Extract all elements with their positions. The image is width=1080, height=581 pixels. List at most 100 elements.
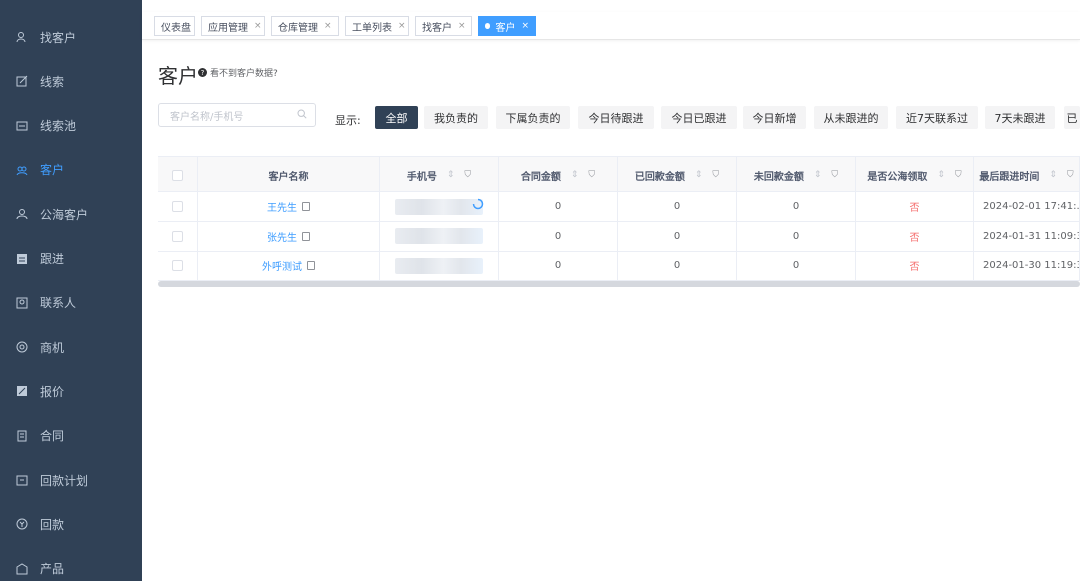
help-link[interactable]: ? 看不到客户数据?: [198, 66, 278, 79]
sidebar-item-11[interactable]: 回款: [0, 502, 142, 546]
from-pool-cell: 否: [856, 192, 974, 221]
column-header-label: 未回款金额: [753, 171, 804, 183]
sidebar-item-9[interactable]: 合同: [0, 414, 142, 458]
sidebar-item-12[interactable]: 产品: [0, 547, 142, 581]
row-select-cell: [158, 192, 198, 221]
tab-2[interactable]: 仓库管理 ×: [271, 16, 339, 36]
tab-4[interactable]: 找客户 ×: [415, 16, 472, 36]
customer-name-link[interactable]: 王先生: [267, 199, 297, 214]
active-dot-icon: [485, 23, 491, 29]
help-text: 看不到客户数据?: [210, 69, 278, 79]
select-all-checkbox[interactable]: [172, 169, 183, 181]
find-customer-icon: [16, 31, 28, 43]
edit-icon: [16, 75, 28, 87]
sidebar-item-6[interactable]: 联系人: [0, 281, 142, 325]
tab-label: 客户: [495, 22, 516, 34]
table-row[interactable]: 外呼测试 0 0 0 否 2024-01-30 11:19:30: [158, 251, 1080, 281]
sidebar-item-1[interactable]: 线索: [0, 59, 142, 103]
top-strip: [142, 0, 1080, 12]
column-header-5: 是否公海领取 ⇕ ⛉: [856, 157, 974, 193]
filter-option-2[interactable]: 下属负责的: [496, 106, 570, 129]
tab-3[interactable]: 工单列表 ×: [345, 16, 409, 36]
sort-icon[interactable]: ⇕: [695, 170, 703, 180]
filter-option-1[interactable]: 我负责的: [424, 106, 488, 129]
sidebar-item-label: 回款: [40, 517, 65, 532]
sort-icon[interactable]: ⇕: [1049, 170, 1057, 180]
table-row[interactable]: 张先生 0 0 0 否 2024-01-31 11:09:37: [158, 221, 1080, 252]
column-header-4: 未回款金额 ⇕ ⛉: [737, 157, 856, 193]
tab-label: 工单列表: [352, 22, 392, 34]
filter-option-9[interactable]: 已: [1064, 106, 1080, 129]
last-follow-cell: 2024-02-01 17:41:...: [974, 192, 1080, 221]
row-checkbox[interactable]: [172, 230, 183, 242]
search-icon[interactable]: [297, 109, 307, 119]
redacted-phone: [395, 198, 483, 215]
copy-icon[interactable]: [302, 231, 310, 241]
row-checkbox[interactable]: [172, 201, 183, 212]
sidebar-item-7[interactable]: 商机: [0, 325, 142, 369]
quote-icon: [16, 385, 28, 397]
close-icon[interactable]: ×: [521, 21, 529, 31]
page-title: 客户: [158, 64, 198, 88]
sort-icon[interactable]: ⇕: [571, 170, 579, 180]
customer-name-cell[interactable]: 外呼测试: [198, 251, 380, 280]
filter-icon[interactable]: ⛉: [955, 170, 962, 180]
customer-name-link[interactable]: 张先生: [267, 229, 297, 244]
sidebar-item-8[interactable]: 报价: [0, 369, 142, 413]
filter-icon[interactable]: ⛉: [464, 170, 471, 180]
contract-cell: 0: [499, 192, 618, 221]
contract-cell: 0: [499, 251, 618, 280]
filter-option-6[interactable]: 从未跟进的: [814, 106, 888, 129]
sidebar-item-5[interactable]: 跟进: [0, 237, 142, 281]
customer-name-cell[interactable]: 王先生: [198, 192, 380, 221]
filter-icon[interactable]: ⛉: [1067, 170, 1074, 180]
filter-icon[interactable]: ⛉: [712, 170, 719, 180]
customer-name-cell[interactable]: 张先生: [198, 221, 380, 251]
row-checkbox[interactable]: [172, 260, 183, 271]
last-follow-cell: 2024-01-30 11:19:30: [974, 251, 1080, 280]
row-select-cell: [158, 251, 198, 280]
sidebar-item-label: 公海客户: [40, 207, 89, 222]
filter-option-0[interactable]: 全部: [375, 106, 418, 129]
search-placeholder: 客户名称/手机号: [170, 111, 244, 123]
filter-option-5[interactable]: 今日新增: [743, 106, 806, 129]
close-icon[interactable]: ×: [254, 21, 262, 31]
follow-icon: [16, 253, 28, 265]
sort-icon[interactable]: ⇕: [814, 170, 822, 180]
copy-icon[interactable]: [302, 202, 310, 211]
tab-5[interactable]: 客户 ×: [478, 16, 536, 36]
redacted-phone: [395, 257, 483, 274]
column-header-0: 客户名称: [198, 157, 380, 193]
close-icon[interactable]: ×: [324, 21, 332, 31]
filter-icon[interactable]: ⛉: [588, 170, 595, 180]
column-header-6: 最后跟进时间 ⇕ ⛉: [974, 157, 1080, 193]
close-icon[interactable]: ×: [458, 21, 466, 31]
tab-1[interactable]: 应用管理 ×: [201, 16, 265, 36]
copy-icon[interactable]: [307, 261, 315, 270]
sidebar-item-3[interactable]: 客户: [0, 148, 142, 192]
sidebar-item-label: 合同: [40, 429, 65, 444]
sidebar-item-4[interactable]: 公海客户: [0, 192, 142, 236]
sort-icon[interactable]: ⇕: [937, 170, 945, 180]
tab-label: 仓库管理: [278, 22, 318, 34]
sidebar-item-2[interactable]: 线索池: [0, 104, 142, 148]
table-row[interactable]: 王先生 0 0 0 否 2024-02-01 17:41:...: [158, 192, 1080, 222]
column-header-label: 手机号: [406, 171, 437, 183]
filter-option-8[interactable]: 7天未跟进: [985, 106, 1055, 129]
customer-name-link[interactable]: 外呼测试: [262, 258, 302, 273]
filter-option-3[interactable]: 今日待跟进: [578, 106, 654, 129]
close-icon[interactable]: ×: [398, 21, 406, 31]
filter-icon[interactable]: ⛉: [831, 170, 838, 180]
sidebar-item-0[interactable]: 找客户: [0, 15, 142, 59]
from-pool-cell: 否: [856, 221, 974, 251]
sidebar-item-label: 客户: [40, 163, 65, 178]
sort-icon[interactable]: ⇕: [447, 170, 455, 180]
search-input[interactable]: 客户名称/手机号: [158, 103, 316, 127]
filter-option-7[interactable]: 近7天联系过: [896, 106, 978, 129]
sidebar-item-10[interactable]: 回款计划: [0, 458, 142, 502]
column-header-label: 是否公海领取: [867, 171, 928, 183]
horizontal-scrollbar[interactable]: [158, 281, 1080, 287]
sidebar-item-label: 找客户: [40, 30, 77, 45]
filter-option-4[interactable]: 今日已跟进: [661, 106, 737, 129]
tab-0[interactable]: 仪表盘: [154, 16, 195, 36]
